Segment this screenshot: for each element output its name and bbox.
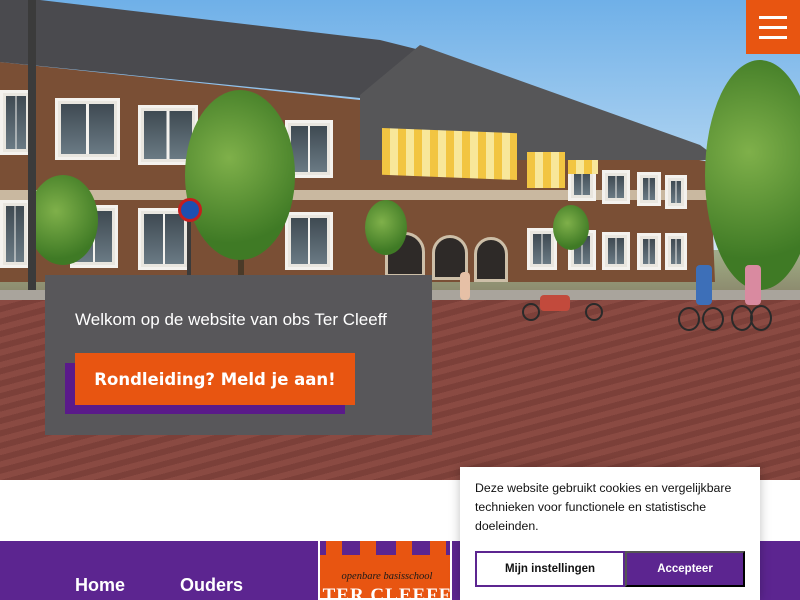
menu-line (759, 15, 787, 19)
logo-subtitle: openbare basisschool (341, 571, 433, 582)
logo-merlon (396, 541, 412, 555)
window (637, 172, 661, 206)
tree (365, 200, 407, 255)
window (55, 98, 120, 160)
footer-link-ouders[interactable]: Ouders (180, 575, 243, 596)
awning (527, 152, 565, 188)
window (0, 200, 30, 268)
window (665, 175, 687, 209)
bike-wheel (750, 305, 772, 331)
cookie-banner: Deze website gebruikt cookies en vergeli… (460, 467, 760, 600)
bike-wheel (702, 307, 724, 331)
tree (185, 90, 295, 260)
arch-door (474, 237, 508, 282)
awning (382, 128, 517, 180)
tour-signup-button[interactable]: Rondleiding? Meld je aan! (75, 353, 355, 405)
no-parking-sign (178, 198, 202, 222)
pedestrian (460, 272, 470, 300)
tree (553, 205, 589, 250)
cookie-message: Deze website gebruikt cookies en vergeli… (475, 481, 732, 533)
window (665, 233, 687, 270)
bike-wheel (585, 303, 603, 321)
menu-line (759, 25, 787, 29)
school-logo[interactable]: openbare basisschool TER CLEEFF (318, 541, 452, 600)
tree (28, 175, 98, 265)
bike-wheel (678, 307, 700, 331)
bike-wheel (522, 303, 540, 321)
window (527, 228, 557, 270)
window (285, 212, 333, 270)
lamp-pole (28, 0, 36, 335)
logo-merlon (326, 541, 342, 555)
footer-link-home[interactable]: Home (75, 575, 125, 596)
cookie-accept-button[interactable]: Accepteer (625, 551, 745, 587)
window (602, 170, 630, 204)
logo-merlon (360, 541, 376, 555)
sign-pole (187, 215, 191, 275)
window (602, 232, 630, 270)
cookie-settings-button[interactable]: Mijn instellingen (475, 551, 625, 587)
cyclist (745, 265, 761, 305)
awning (568, 160, 598, 174)
logo-name: TER CLEEFF (322, 585, 452, 600)
welcome-panel: Welkom op de website van obs Ter Cleeff … (45, 275, 432, 435)
window (637, 233, 661, 270)
menu-line (759, 35, 787, 39)
logo-merlon (430, 541, 446, 555)
welcome-text: Welkom op de website van obs Ter Cleeff (75, 310, 387, 329)
hamburger-menu-icon[interactable] (746, 0, 800, 54)
cargo-bike (540, 295, 570, 311)
cyclist (696, 265, 712, 305)
